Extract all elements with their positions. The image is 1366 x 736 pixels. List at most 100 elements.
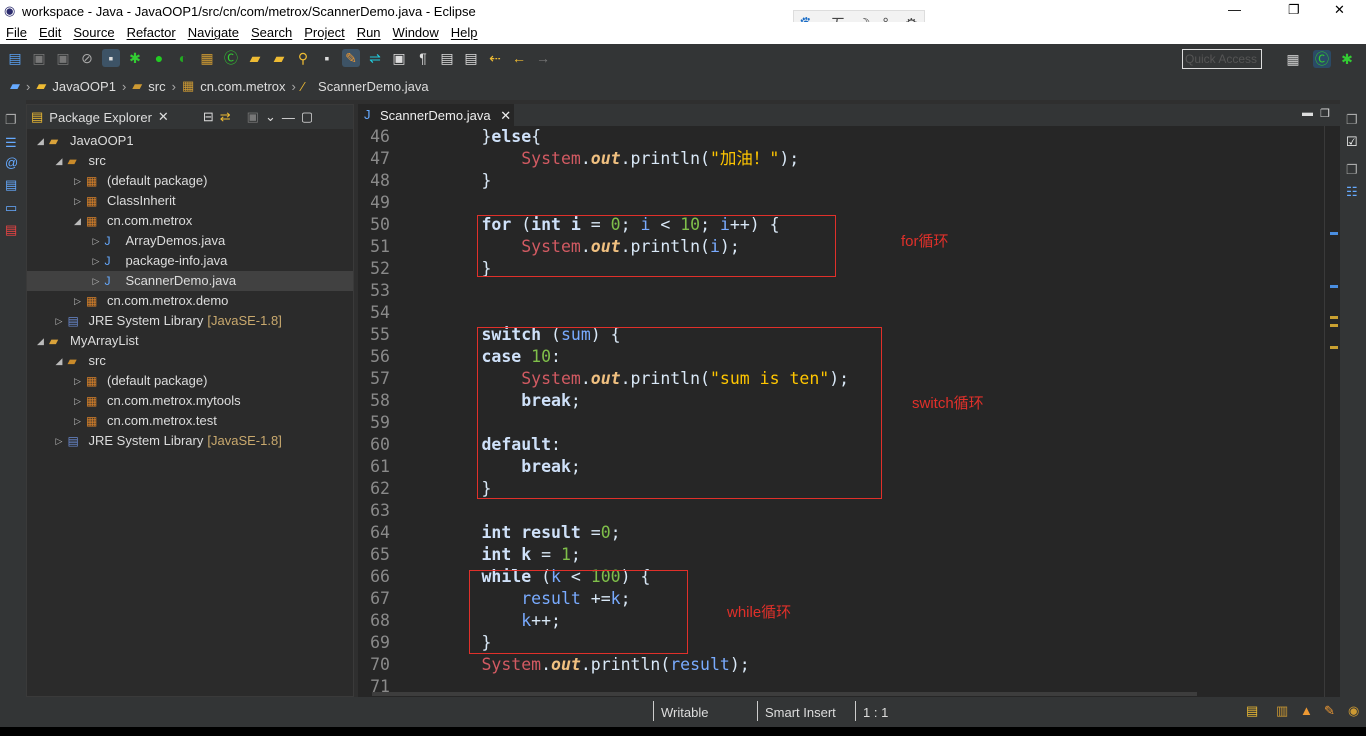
declaration-icon[interactable]: ▤ <box>5 177 17 193</box>
block-select-icon[interactable]: ▣ <box>390 49 408 67</box>
whitespace-icon[interactable]: ¶ <box>414 49 432 67</box>
code-line[interactable]: 47 System.out.println("加油！"); <box>358 148 1318 170</box>
breadcrumb-item[interactable]: src <box>148 79 165 94</box>
tree-item[interactable]: ◢ ▦ cn.com.metrox <box>27 211 353 231</box>
code-line[interactable]: 49 <box>358 192 1318 214</box>
code-line[interactable]: 46 }else{ <box>358 126 1318 148</box>
last-edit-icon[interactable]: ⇠ <box>486 49 504 67</box>
tree-item[interactable]: ▷ ▦ cn.com.metrox.test <box>27 411 353 431</box>
tree-item[interactable]: ◢ ▰ src <box>27 151 353 171</box>
problems-icon[interactable]: ▤ <box>5 222 17 238</box>
collapsed-arrow-icon[interactable]: ▷ <box>74 371 81 391</box>
collapsed-arrow-icon[interactable]: ▷ <box>74 191 81 211</box>
breadcrumb-item[interactable]: cn.com.metrox <box>200 79 285 94</box>
forward-icon[interactable]: → <box>534 49 552 67</box>
toggle-breadcrumb-icon[interactable]: ▪ <box>102 49 120 67</box>
package-explorer-title[interactable]: Package Explorer <box>49 110 152 125</box>
skip-breakpoints-icon[interactable]: ⊘ <box>78 49 96 67</box>
task-list-icon[interactable]: ☑ <box>1346 134 1358 150</box>
code-line[interactable]: 64 int result =0; <box>358 522 1318 544</box>
save-icon[interactable]: ▣ <box>30 49 48 67</box>
restore-icon[interactable]: ❐ <box>5 112 17 128</box>
tree-item[interactable]: ◢ ▰ MyArrayList <box>27 331 353 351</box>
collapsed-arrow-icon[interactable]: ▷ <box>74 391 81 411</box>
cap-icon[interactable]: ▲ <box>1300 703 1313 718</box>
overview-ruler[interactable] <box>1324 126 1325 697</box>
console-icon[interactable]: ▭ <box>5 200 17 216</box>
java-perspective-icon[interactable]: Ⓒ <box>1313 50 1331 68</box>
link-editor-icon[interactable]: ⇄ <box>220 109 231 125</box>
maximize-editor-icon[interactable]: ❐ <box>1320 107 1330 120</box>
open-perspective-icon[interactable]: ▦ <box>1284 50 1302 68</box>
ruler-mark[interactable] <box>1330 232 1338 235</box>
trim-icon[interactable]: ▤ <box>1246 703 1258 719</box>
expanded-arrow-icon[interactable]: ◢ <box>37 131 44 151</box>
menu-run[interactable]: Run <box>351 22 387 44</box>
tree-item[interactable]: ▷ ▤ JRE System Library [JavaSE-1.8] <box>27 311 353 331</box>
debug-perspective-icon[interactable]: ✱ <box>1338 50 1356 68</box>
ruler-mark[interactable] <box>1330 324 1338 327</box>
menu-file[interactable]: File <box>0 22 33 44</box>
run-external-icon[interactable]: ◐ <box>174 49 192 67</box>
restore-icon[interactable]: ❐ <box>1346 112 1358 128</box>
ruler-mark[interactable] <box>1330 285 1338 288</box>
debug-icon[interactable]: ✱ <box>126 49 144 67</box>
tree-item[interactable]: ▷ ▤ JRE System Library [JavaSE-1.8] <box>27 431 353 451</box>
collapsed-arrow-icon[interactable]: ▷ <box>56 431 63 451</box>
previous-annotation-icon[interactable]: ▤ <box>462 49 480 67</box>
minimize-editor-icon[interactable]: ▬ <box>1302 107 1313 119</box>
insert-mode-status[interactable]: Smart Insert <box>765 705 836 720</box>
word-wrap-icon[interactable]: ⇌ <box>366 49 384 67</box>
minimize-button[interactable]: — <box>1228 2 1241 17</box>
tree-item[interactable]: ▷ ▦ ClassInherit <box>27 191 353 211</box>
maximize-view-icon[interactable]: ▢ <box>301 109 313 125</box>
expanded-arrow-icon[interactable]: ◢ <box>56 151 63 171</box>
menu-project[interactable]: Project <box>298 22 350 44</box>
maximize-button[interactable]: ❐ <box>1288 2 1300 18</box>
tree-item[interactable]: ▷ Jpackage-info.java <box>27 251 353 271</box>
code-line[interactable]: 48 } <box>358 170 1318 192</box>
focus-icon[interactable]: ▣ <box>247 109 259 125</box>
menu-search[interactable]: Search <box>245 22 298 44</box>
code-line[interactable]: 70 System.out.println(result); <box>358 654 1318 676</box>
menu-help[interactable]: Help <box>445 22 484 44</box>
pen-icon[interactable]: ✎ <box>1324 703 1335 719</box>
open-type-icon[interactable]: ▰ <box>246 49 264 67</box>
highlight-icon[interactable]: ✎ <box>342 49 360 67</box>
hierarchy-icon[interactable]: ☰ <box>5 135 17 151</box>
ruler-mark[interactable] <box>1330 346 1338 349</box>
run-icon[interactable]: ● <box>150 49 168 67</box>
mark-occurrences-icon[interactable]: ▪ <box>318 49 336 67</box>
workspace-icon[interactable]: ▰ <box>10 78 20 94</box>
horizontal-scrollbar[interactable] <box>372 692 1197 696</box>
code-line[interactable]: 54 <box>358 302 1318 324</box>
quick-access-input[interactable]: Quick Access <box>1182 49 1262 69</box>
expanded-arrow-icon[interactable]: ◢ <box>56 351 63 371</box>
back-icon[interactable]: ← <box>510 49 528 67</box>
menu-refactor[interactable]: Refactor <box>121 22 182 44</box>
collapsed-arrow-icon[interactable]: ▷ <box>56 311 63 331</box>
close-button[interactable]: ✕ <box>1334 2 1345 18</box>
view-menu-icon[interactable]: ⌄ <box>265 109 276 125</box>
breadcrumb-item[interactable]: ScannerDemo.java <box>318 79 429 94</box>
map-icon[interactable]: ▥ <box>1276 703 1288 719</box>
breadcrumb-item[interactable]: JavaOOP1 <box>52 79 116 94</box>
tab-scannerdemo[interactable]: J ScannerDemo.java ✕ <box>358 104 514 126</box>
close-tab-icon[interactable]: ✕ <box>500 108 511 123</box>
collapsed-arrow-icon[interactable]: ▷ <box>93 231 100 251</box>
collapsed-arrow-icon[interactable]: ▷ <box>93 271 100 291</box>
tree-item[interactable]: ▷ ▦ cn.com.metrox.demo <box>27 291 353 311</box>
collapsed-arrow-icon[interactable]: ▷ <box>93 251 100 271</box>
menu-edit[interactable]: Edit <box>33 22 67 44</box>
search-icon[interactable]: ⚲ <box>294 49 312 67</box>
code-line[interactable]: 53 <box>358 280 1318 302</box>
collapse-all-icon[interactable]: ⊟ <box>203 109 214 125</box>
tree-item[interactable]: ◢ ▰ JavaOOP1 <box>27 131 353 151</box>
menu-window[interactable]: Window <box>387 22 445 44</box>
tree-item[interactable]: ▷ J ArrayDemos.java <box>27 231 353 251</box>
code-line[interactable]: 65 int k = 1; <box>358 544 1318 566</box>
collapsed-arrow-icon[interactable]: ▷ <box>74 291 81 311</box>
tree-item[interactable]: ▷ ▦ (default package) <box>27 171 353 191</box>
badge-icon[interactable]: ◉ <box>1348 703 1359 719</box>
collapsed-arrow-icon[interactable]: ▷ <box>74 171 81 191</box>
